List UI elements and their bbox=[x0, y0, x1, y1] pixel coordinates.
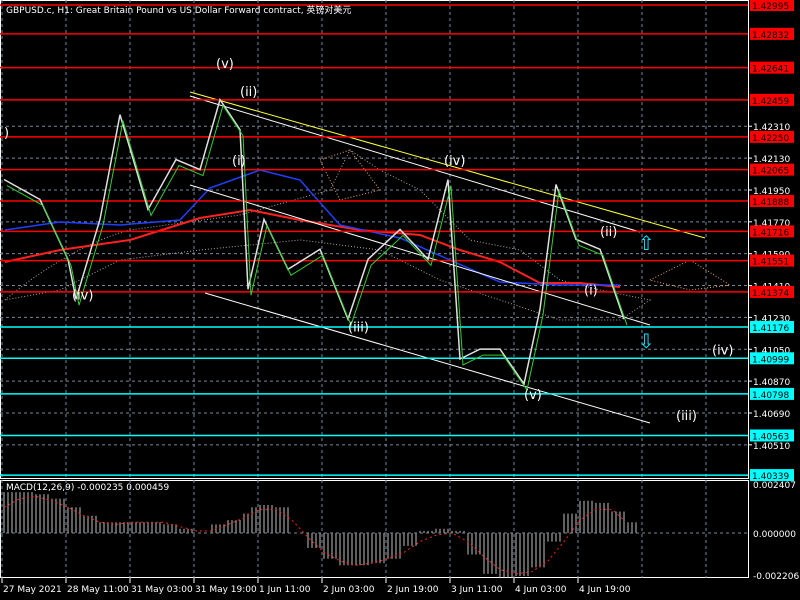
price-tick-label: 1.40510 bbox=[753, 442, 790, 452]
level-label: 1.42995 bbox=[752, 2, 789, 12]
level-label: 1.41716 bbox=[752, 228, 789, 238]
level-label: 1.41551 bbox=[752, 258, 789, 268]
level-label: 1.41888 bbox=[752, 198, 789, 208]
level-label: 1.42459 bbox=[752, 97, 789, 107]
level-label: 1.42641 bbox=[752, 65, 789, 75]
wave-label: (iii) bbox=[348, 321, 369, 336]
level-label: 1.42832 bbox=[752, 31, 789, 41]
macd-axis-label: -0.002206 bbox=[753, 572, 799, 582]
wave-label: (v) bbox=[524, 388, 542, 403]
wave-label: (ii) bbox=[240, 85, 257, 100]
level-label: 1.41374 bbox=[752, 289, 789, 299]
time-tick-label: 31 May 03:00 bbox=[131, 585, 193, 595]
wave-label: (i) bbox=[232, 154, 246, 169]
wave-label: (ii) bbox=[600, 225, 617, 240]
chart-canvas[interactable]: 1.423101.421301.419501.417701.415901.414… bbox=[0, 0, 800, 600]
time-tick-label: 27 May 2021 bbox=[3, 585, 62, 595]
wave-label: (iv) bbox=[72, 289, 93, 304]
level-label: 1.42065 bbox=[752, 167, 789, 177]
macd-label: MACD(12,26,9) -0.000235 0.000459 bbox=[6, 483, 170, 493]
ichimoku-cloud-bearish bbox=[319, 149, 732, 291]
time-tick-label: 2 Jun 19:00 bbox=[387, 585, 439, 595]
time-tick-label: 4 Jun 03:00 bbox=[515, 585, 567, 595]
price-tick-label: 1.40690 bbox=[753, 410, 790, 420]
channel-middle bbox=[189, 184, 651, 326]
macd-signal-line bbox=[3, 495, 625, 575]
time-tick-label: 31 May 19:00 bbox=[195, 585, 257, 595]
wave-label: (iii) bbox=[676, 409, 697, 424]
level-label: 1.40999 bbox=[752, 355, 789, 365]
macd-axis-label: 0.002407 bbox=[753, 481, 796, 491]
chart-window[interactable]: 1.423101.421301.419501.417701.415901.414… bbox=[0, 0, 800, 600]
wave-label: (iv) bbox=[444, 154, 465, 169]
level-label: 1.40798 bbox=[752, 391, 789, 401]
level-label: 1.42250 bbox=[752, 134, 789, 144]
time-tick-label: 4 Jun 19:00 bbox=[579, 585, 631, 595]
time-tick-label: 28 May 11:00 bbox=[67, 585, 129, 595]
time-tick-label: 1 Jun 11:00 bbox=[259, 585, 311, 595]
time-tick-label: 3 Jun 11:00 bbox=[451, 585, 503, 595]
wave-label: (iv) bbox=[712, 344, 733, 359]
wave-label: (i) bbox=[584, 283, 598, 298]
level-label: 1.40563 bbox=[752, 432, 789, 442]
macd-axis-label: 0.000000 bbox=[753, 530, 796, 540]
price-tick-label: 1.40870 bbox=[753, 378, 790, 388]
arrow-up-icon: ⇧ bbox=[638, 231, 655, 255]
level-label: 1.41176 bbox=[752, 324, 789, 334]
price-tick-label: 1.42130 bbox=[753, 155, 790, 165]
wave-label: (v) bbox=[216, 57, 234, 72]
signal-line-green bbox=[6, 104, 628, 392]
price-line bbox=[3, 97, 625, 386]
wave-label: ) bbox=[4, 126, 9, 141]
time-tick-label: 2 Jun 03:00 bbox=[323, 585, 375, 595]
main-panel-border bbox=[0, 0, 749, 479]
arrow-down-icon: ⇩ bbox=[638, 329, 655, 353]
chart-title: GBPUSD.c, H1: Great Britain Pound vs US … bbox=[6, 6, 352, 16]
